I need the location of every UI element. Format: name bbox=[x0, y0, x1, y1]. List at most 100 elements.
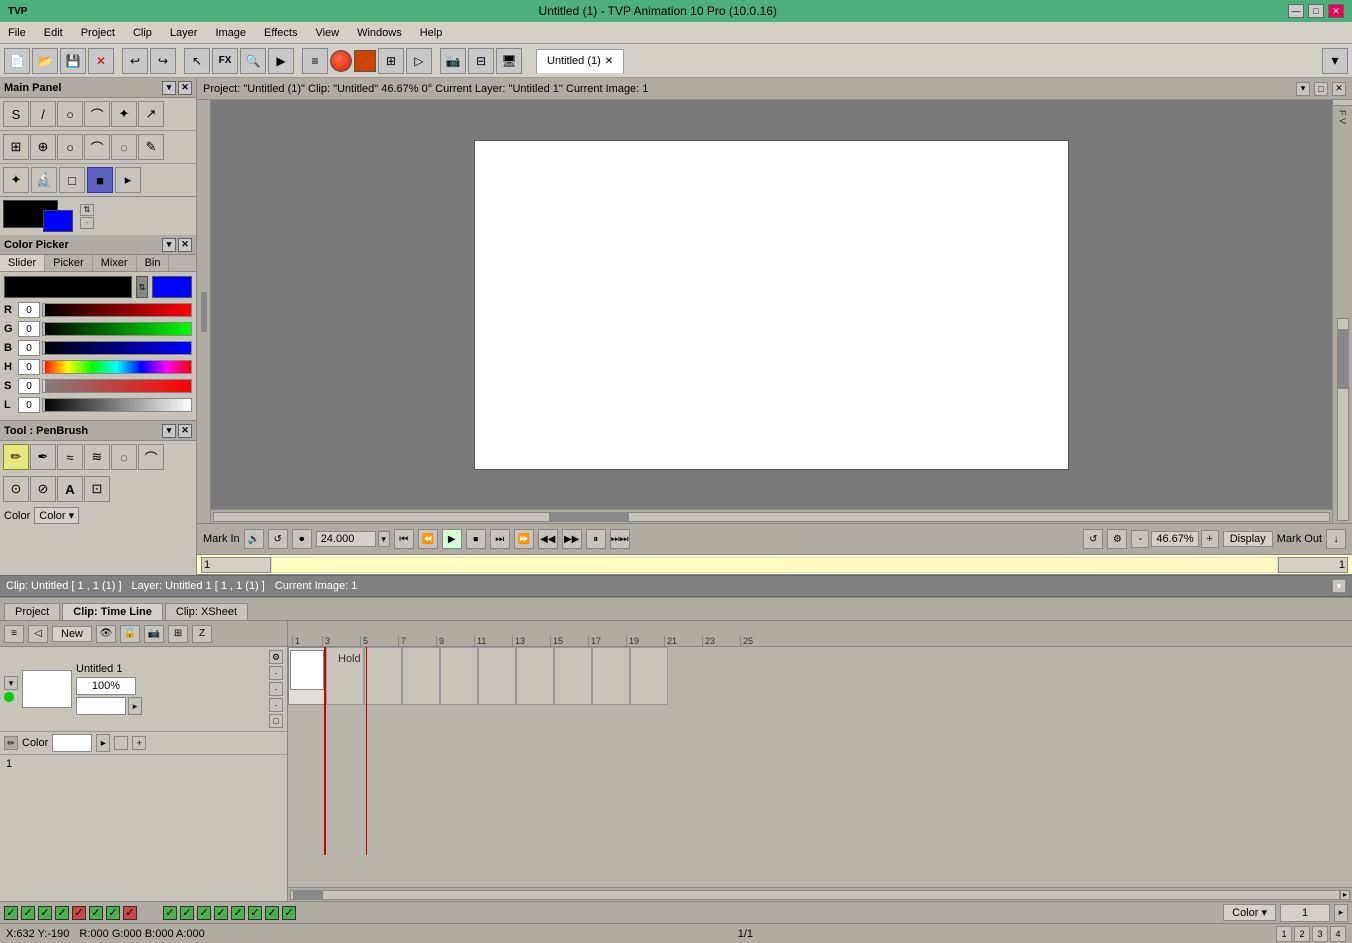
tl-color-swatch[interactable] bbox=[52, 734, 92, 752]
brush-select3[interactable]: ⊡ bbox=[84, 476, 110, 502]
b-value-input[interactable] bbox=[18, 340, 40, 356]
pb-refresh-button[interactable]: ↺ bbox=[1083, 529, 1103, 549]
menu-project[interactable]: Project bbox=[77, 25, 119, 41]
tool-play2[interactable]: ▷ bbox=[406, 48, 432, 74]
tab-untitled1[interactable]: Untitled (1) ✕ bbox=[536, 49, 624, 73]
chk-box-16[interactable]: ✓ bbox=[282, 906, 296, 920]
pb-play-button[interactable]: ▶ bbox=[442, 529, 462, 549]
pb-prev2-button[interactable]: ◀◀ bbox=[538, 529, 558, 549]
tool-more[interactable]: ▸ bbox=[115, 167, 141, 193]
menu-image[interactable]: Image bbox=[211, 25, 250, 41]
cp-primary-display[interactable] bbox=[4, 276, 132, 298]
page-btn-4[interactable]: 4 bbox=[1330, 926, 1346, 942]
menu-layer[interactable]: Layer bbox=[166, 25, 202, 41]
color-wheel-icon[interactable] bbox=[330, 50, 352, 72]
tool-circle[interactable]: ○ bbox=[57, 101, 83, 127]
tl-pencil-icon[interactable]: ✏ bbox=[4, 736, 18, 750]
tl-z-button[interactable]: Z bbox=[192, 625, 212, 643]
secondary-color-swatch[interactable] bbox=[43, 210, 73, 232]
fps-input[interactable] bbox=[316, 531, 376, 547]
tl-layer-expand-button[interactable]: ▾ bbox=[4, 676, 18, 690]
frame-cell-5[interactable] bbox=[440, 647, 478, 705]
tool-grid1[interactable]: ⊞ bbox=[378, 48, 404, 74]
tl-layer-settings-button[interactable]: ⚙ bbox=[269, 650, 283, 664]
v-scroll-thumb[interactable] bbox=[1338, 329, 1348, 389]
cp-tab-mixer[interactable]: Mixer bbox=[93, 255, 137, 271]
tl-grid-button[interactable]: ⊞ bbox=[168, 625, 188, 643]
chk-box-11[interactable]: ✓ bbox=[197, 906, 211, 920]
reset-colors-button[interactable]: · bbox=[80, 217, 94, 229]
zoom-out-button[interactable]: - bbox=[1131, 530, 1149, 548]
frame-end-input[interactable]: 1 bbox=[1278, 557, 1348, 573]
tab-add-button[interactable]: ▾ bbox=[1322, 48, 1348, 74]
tool-stop[interactable]: ✕ bbox=[88, 48, 114, 74]
tl-color-extra-button[interactable]: + bbox=[132, 736, 146, 750]
color-square-icon[interactable] bbox=[354, 50, 376, 72]
brush-soft[interactable]: ≈ bbox=[57, 444, 83, 470]
bottom-frame-arrow[interactable]: ▸ bbox=[1334, 904, 1348, 922]
tool-pen[interactable]: S bbox=[3, 101, 29, 127]
tool-r6[interactable]: ✎ bbox=[138, 134, 164, 160]
bottom-color-dropdown[interactable]: Color ▾ bbox=[1223, 904, 1276, 921]
menu-file[interactable]: File bbox=[4, 25, 30, 41]
main-panel-menu-button[interactable]: ▾ bbox=[162, 81, 176, 95]
chk-box-12[interactable]: ✓ bbox=[214, 906, 228, 920]
tool-open[interactable]: 📂 bbox=[32, 48, 58, 74]
pb-stop-button[interactable]: ⏹ bbox=[466, 529, 486, 549]
project-bar-menu-button[interactable]: ▾ bbox=[1296, 82, 1310, 96]
canvas-drawing-area[interactable] bbox=[474, 140, 1069, 470]
left-scroll-handle[interactable] bbox=[201, 292, 207, 332]
tl-layer-opacity-input[interactable] bbox=[76, 677, 136, 695]
btab-project[interactable]: Project bbox=[4, 603, 60, 620]
tool-select[interactable]: ↖ bbox=[184, 48, 210, 74]
bottom-frame-input[interactable] bbox=[1280, 904, 1330, 922]
close-button[interactable]: ✕ bbox=[1328, 4, 1344, 18]
clip-status-menu-button[interactable]: ▾ bbox=[1332, 579, 1346, 593]
chk-box-14[interactable]: ✓ bbox=[248, 906, 262, 920]
project-bar-maximize-button[interactable]: □ bbox=[1314, 82, 1328, 96]
page-btn-1[interactable]: 1 bbox=[1276, 926, 1292, 942]
menu-effects[interactable]: Effects bbox=[260, 25, 301, 41]
maximize-button[interactable]: □ bbox=[1308, 4, 1324, 18]
frame-cell-3[interactable] bbox=[364, 647, 402, 705]
btab-xsheet[interactable]: Clip: XSheet bbox=[165, 603, 248, 620]
menu-view[interactable]: View bbox=[311, 25, 343, 41]
frame-cell-6[interactable] bbox=[478, 647, 516, 705]
brush-eraser[interactable]: ⌒ bbox=[138, 444, 164, 470]
pb-loop-button[interactable]: ↺ bbox=[268, 529, 288, 549]
frame-cell-9[interactable] bbox=[592, 647, 630, 705]
menu-clip[interactable]: Clip bbox=[129, 25, 156, 41]
brush-marker[interactable]: ◌ bbox=[111, 444, 137, 470]
tab-close-icon[interactable]: ✕ bbox=[605, 56, 613, 67]
brush-text[interactable]: A bbox=[57, 476, 83, 502]
brush-airbrush[interactable]: ≋ bbox=[84, 444, 110, 470]
tool-line[interactable]: / bbox=[30, 101, 56, 127]
cp-tab-bin[interactable]: Bin bbox=[137, 255, 170, 271]
tool-zoom[interactable]: 🔍 bbox=[240, 48, 266, 74]
chk-box-15[interactable]: ✓ bbox=[265, 906, 279, 920]
pb-vol-button[interactable]: 🔊 bbox=[244, 529, 264, 549]
tool-r4[interactable]: ⌒ bbox=[84, 134, 110, 160]
tl-color-sq-button[interactable] bbox=[114, 736, 128, 750]
pb-next-button[interactable]: ⏩ bbox=[514, 529, 534, 549]
l-value-input[interactable] bbox=[18, 397, 40, 413]
s-value-input[interactable] bbox=[18, 378, 40, 394]
tool-layers[interactable]: ≡ bbox=[302, 48, 328, 74]
tool-arc[interactable]: ⌒ bbox=[84, 101, 110, 127]
main-panel-close-button[interactable]: ✕ bbox=[178, 81, 192, 95]
pb-start-button[interactable]: ⏮ bbox=[394, 529, 414, 549]
brush-pen[interactable]: ✏ bbox=[3, 444, 29, 470]
chk-box-5[interactable]: ✓ bbox=[72, 906, 86, 920]
tl-color-arrow-icon[interactable]: ▸ bbox=[96, 734, 110, 752]
btab-timeline[interactable]: Clip: Time Line bbox=[62, 603, 163, 620]
chk-box-1[interactable]: ✓ bbox=[4, 906, 18, 920]
swap-colors-button[interactable]: ⇅ bbox=[80, 204, 94, 216]
zoom-in-button[interactable]: + bbox=[1201, 530, 1219, 548]
tool-fill[interactable]: ✦ bbox=[111, 101, 137, 127]
tl-layer-dots1[interactable]: · bbox=[269, 666, 283, 680]
menu-windows[interactable]: Windows bbox=[353, 25, 406, 41]
tool-paint[interactable]: ■ bbox=[87, 167, 113, 193]
brush-inkpen[interactable]: ✒ bbox=[30, 444, 56, 470]
frame-cell-1[interactable] bbox=[288, 647, 326, 705]
tool-redo[interactable]: ↪ bbox=[150, 48, 176, 74]
